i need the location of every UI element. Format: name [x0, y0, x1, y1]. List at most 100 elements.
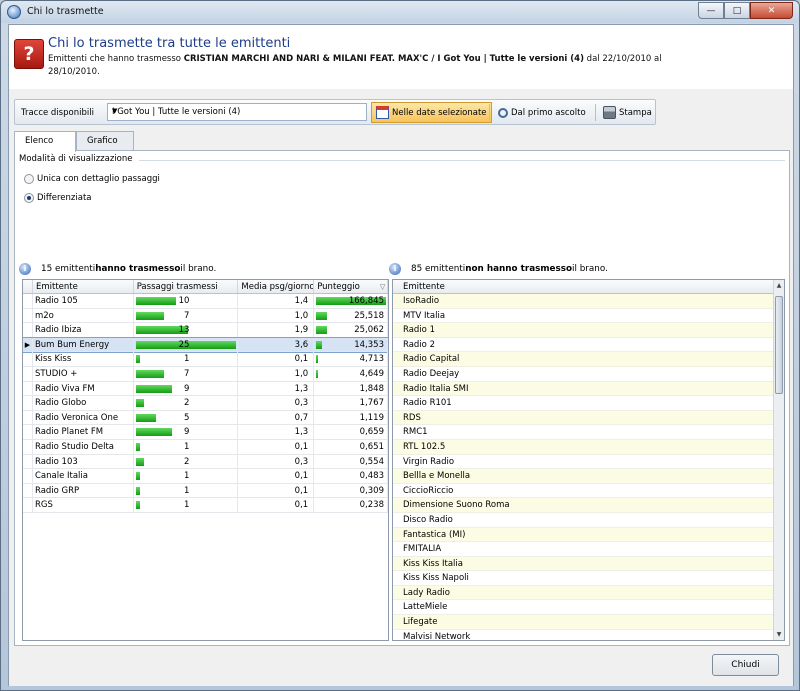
table-row[interactable]: Radio Veronica One 5 0,7 1,119 — [23, 410, 388, 426]
table-row[interactable]: Kiss Kiss 1 0,1 4,713 — [23, 352, 388, 367]
list-item[interactable]: Kiss Kiss Italia — [393, 556, 784, 572]
list-item[interactable]: Lady Radio — [393, 585, 784, 601]
non-broadcasters-grid[interactable]: Emittente IsoRadio MTV Italia Radio 1 Radio… — [392, 279, 785, 641]
print-button[interactable]: Stampa — [598, 102, 657, 123]
table-row[interactable]: Radio 105 10 1,4 166,845 — [23, 294, 388, 309]
col-emittente-right[interactable]: Emittente — [393, 280, 773, 293]
scroll-up-icon[interactable]: ▲ — [774, 280, 784, 291]
question-icon: ? — [14, 39, 44, 69]
list-item[interactable]: Bellla e Monella — [393, 469, 784, 484]
cell-media: 0,1 — [238, 498, 315, 512]
table-row[interactable]: Radio Studio Delta 1 0,1 0,651 — [23, 439, 388, 455]
dialog-header: ? Chi lo trasmette tra tutte le emittent… — [9, 25, 793, 89]
list-item[interactable]: Radio R101 — [393, 396, 784, 411]
cell-passaggi: 25 — [134, 337, 239, 352]
col-punteggio[interactable]: Punteggio ▽ — [314, 280, 388, 293]
maximize-button[interactable]: □ — [724, 2, 750, 19]
cell-passaggi: 5 — [134, 410, 239, 425]
list-item[interactable]: RTL 102.5 — [393, 439, 784, 455]
cell-emittente: Radio 103 — [33, 454, 134, 469]
dialog-subtitle: Emittenti che hanno trasmesso CRISTIAN M… — [48, 54, 662, 77]
table-row[interactable]: m2o 7 1,0 25,518 — [23, 308, 388, 324]
table-row[interactable]: Radio Viva FM 9 1,3 1,848 — [23, 381, 388, 397]
list-item[interactable]: LatteMiele — [393, 600, 784, 616]
col-passaggi[interactable]: Passaggi trasmessi — [134, 280, 239, 293]
table-row[interactable]: ▶ Bum Bum Energy 25 3,6 14,353 — [23, 336, 388, 354]
cell-punteggio: 25,518 — [314, 308, 388, 323]
scroll-down-icon[interactable]: ▼ — [774, 629, 784, 640]
chevron-down-icon: ▼ — [112, 107, 118, 115]
row-indicator — [23, 323, 33, 337]
cell-punteggio: 0,651 — [314, 439, 388, 454]
table-row[interactable]: Radio 103 2 0,3 0,554 — [23, 454, 388, 470]
row-indicator — [23, 425, 33, 439]
col-media[interactable]: Media psg/giorno — [238, 280, 315, 293]
row-indicator — [23, 469, 33, 483]
selected-dates-button[interactable]: Nelle date selezionate — [371, 102, 492, 123]
non-broadcasters-rows: IsoRadio MTV Italia Radio 1 Radio 2 Radio Ca… — [393, 294, 784, 640]
close-window-button[interactable]: ✕ — [750, 2, 793, 19]
table-row[interactable]: Radio Ibiza 13 1,9 25,062 — [23, 323, 388, 338]
cell-media: 3,6 — [238, 337, 315, 352]
radio-single[interactable]: Unica con dettaglio passaggi — [24, 174, 160, 184]
table-row[interactable]: Radio Globo 2 0,3 1,767 — [23, 396, 388, 411]
cell-emittente: Radio Viva FM — [33, 381, 134, 396]
tab-panel: Modalità di visualizzazione Unica con de… — [14, 150, 790, 646]
cell-emittente: Radio Globo — [33, 396, 134, 410]
minimize-button[interactable]: — — [698, 2, 724, 19]
table-row[interactable]: Radio Planet FM 9 1,3 0,659 — [23, 425, 388, 440]
list-item[interactable]: Radio 2 — [393, 338, 784, 353]
table-row[interactable]: RGS 1 0,1 0,238 — [23, 498, 388, 513]
cell-emittente: Bum Bum Energy — [33, 337, 134, 352]
list-item[interactable]: Virgin Radio — [393, 455, 784, 470]
punteggio-bar — [316, 340, 323, 349]
row-indicator — [23, 308, 33, 323]
list-item[interactable]: MTV Italia — [393, 309, 784, 324]
printer-icon — [603, 106, 616, 119]
cell-punteggio: 0,554 — [314, 454, 388, 469]
list-item[interactable]: Disco Radio — [393, 513, 784, 528]
list-item[interactable]: RMC1 — [393, 425, 784, 440]
broadcasters-grid[interactable]: Emittente Passaggi trasmessi Media psg/g… — [22, 279, 389, 641]
row-indicator — [23, 352, 33, 366]
list-item[interactable]: Radio Capital — [393, 352, 784, 367]
vertical-scrollbar[interactable]: ▲ ▼ — [773, 280, 784, 640]
list-item[interactable]: CiccioRiccio — [393, 484, 784, 499]
cell-punteggio: 1,119 — [314, 410, 388, 425]
table-row[interactable]: Canale Italia 1 0,1 0,483 — [23, 469, 388, 484]
cell-punteggio: 0,309 — [314, 483, 388, 498]
cell-media: 0,1 — [238, 483, 315, 498]
cell-media: 1,3 — [238, 425, 315, 439]
list-item[interactable]: Lifegate — [393, 615, 784, 630]
punteggio-bar — [316, 355, 319, 364]
table-row[interactable]: Radio GRP 1 0,1 0,309 — [23, 483, 388, 499]
tracks-combo[interactable]: I Got You | Tutte le versioni (4) ▼ — [107, 103, 367, 121]
list-item[interactable]: Dimensione Suono Roma — [393, 498, 784, 513]
first-play-button[interactable]: Dal primo ascolto — [493, 102, 591, 123]
list-item[interactable]: Radio Italia SMI — [393, 381, 784, 397]
table-row[interactable]: STUDIO +7 1,0 4,649 — [23, 366, 388, 382]
radio-differentiated[interactable]: Differenziata — [24, 193, 92, 203]
radio-differentiated-circle[interactable] — [24, 193, 34, 203]
radio-single-circle[interactable] — [24, 174, 34, 184]
close-button[interactable]: Chiudi — [712, 654, 779, 676]
list-item[interactable]: FMITALIA — [393, 542, 784, 557]
tracks-label: Tracce disponibili — [21, 108, 94, 118]
tab-grafico[interactable]: Grafico — [76, 131, 134, 151]
punteggio-bar — [316, 311, 328, 320]
list-item[interactable]: IsoRadio — [393, 294, 784, 309]
cell-passaggi: 7 — [134, 308, 239, 323]
broadcast-summary: i 15 emittenti hanno trasmesso il brano. — [19, 263, 216, 275]
cell-emittente: Kiss Kiss — [33, 352, 134, 366]
list-item[interactable]: Radio Deejay — [393, 367, 784, 382]
row-indicator — [23, 483, 33, 498]
list-item[interactable]: Kiss Kiss Napoli — [393, 571, 784, 586]
cell-emittente: Canale Italia — [33, 469, 134, 483]
list-item[interactable]: RDS — [393, 410, 784, 426]
list-item[interactable]: Radio 1 — [393, 323, 784, 338]
tab-elenco[interactable]: Elenco — [14, 131, 76, 152]
list-item[interactable]: Malvisi Network — [393, 630, 784, 640]
list-item[interactable]: Fantastica (MI) — [393, 527, 784, 543]
col-emittente[interactable]: Emittente — [33, 280, 134, 293]
scroll-thumb[interactable] — [775, 296, 783, 394]
